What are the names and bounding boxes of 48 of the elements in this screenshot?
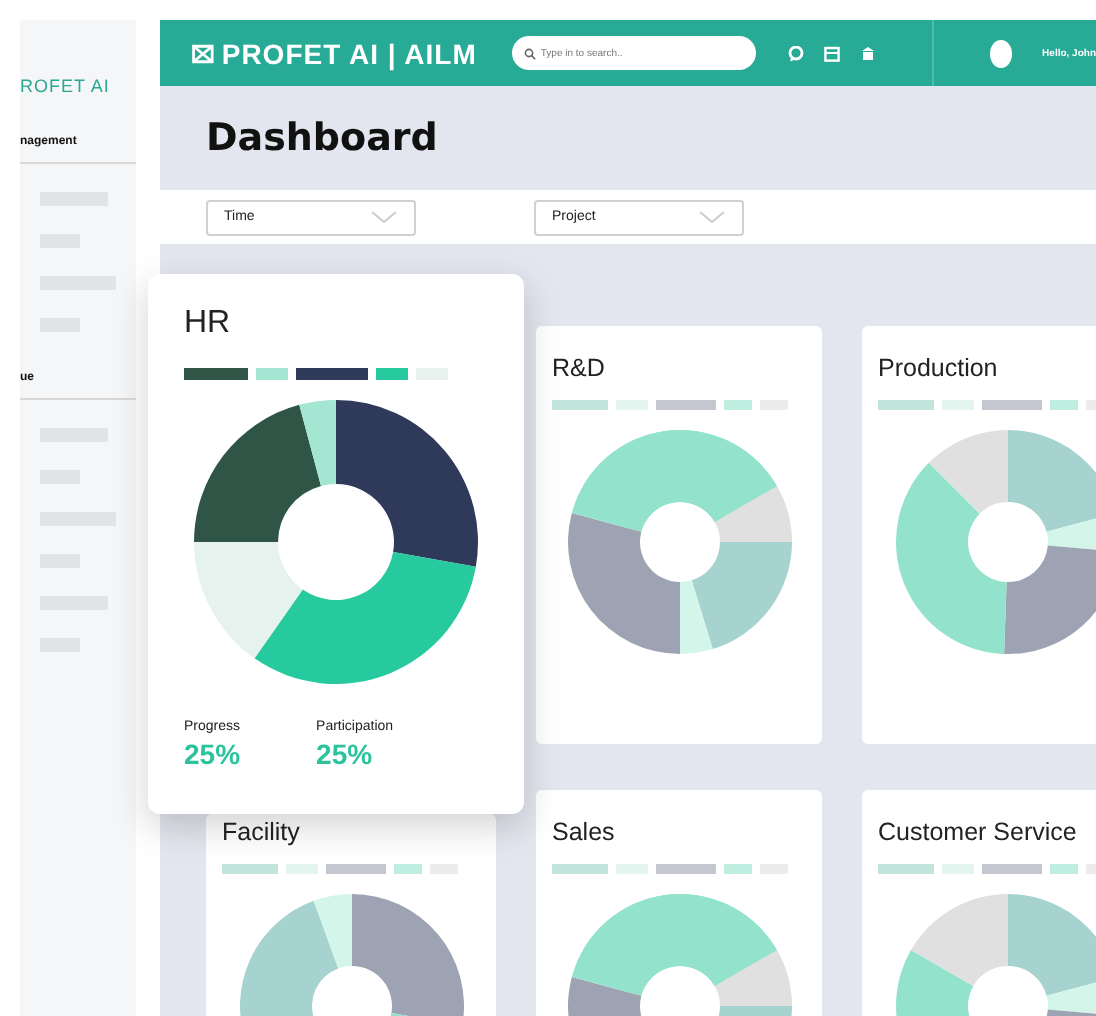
building-icon[interactable] [860,45,877,61]
card-title: Customer Service [878,818,1079,846]
department-card[interactable]: Production [862,326,1096,744]
card-title: R&D [552,354,607,382]
legend-swatch [616,864,648,874]
card-title: HR [184,306,233,342]
legend-swatch [982,400,1042,410]
legend-swatch [656,400,716,410]
calendar-icon[interactable] [824,45,841,61]
brand-name: ROFET AI [20,76,112,96]
department-card[interactable]: R&D [536,326,822,744]
legend-swatch [724,400,752,410]
legend-swatch [552,864,608,874]
legend-swatch [552,400,608,410]
logo-icon [192,41,214,65]
legend-swatch [942,400,974,410]
department-card[interactable]: Customer Service [862,790,1096,1016]
legend-swatch [394,864,422,874]
legend-swatch [656,864,716,874]
department-card[interactable]: Facility [206,814,496,1016]
stat-value: 25% [184,738,241,770]
card-title: Facility [222,818,302,846]
page-title: Dashboard [206,116,438,160]
department-card[interactable]: Sales [536,790,822,1016]
stat-value: 25% [316,738,375,770]
card-title: Production [878,354,1000,382]
legend-swatch [376,368,408,380]
legend-swatch [982,864,1042,874]
legend-swatch [286,864,318,874]
app-logo: PROFET AI | AILM [221,37,477,69]
legend-swatch [1050,864,1078,874]
legend-swatch [942,864,974,874]
chevron-icon [698,210,726,224]
legend-swatch [724,864,752,874]
chevron-icon [370,210,398,224]
card-title: Sales [552,818,617,846]
user-avatar[interactable] [990,39,1013,67]
legend-swatch [1050,400,1078,410]
legend-swatch [296,368,368,380]
legend-swatch [256,368,288,380]
chat-icon[interactable] [788,45,805,61]
legend-swatch [326,864,386,874]
legend-swatch [222,864,278,874]
search-icon [524,47,537,59]
legend-swatch [878,400,934,410]
legend-swatch [878,864,934,874]
legend-swatch [616,400,648,410]
legend-swatch [184,368,248,380]
